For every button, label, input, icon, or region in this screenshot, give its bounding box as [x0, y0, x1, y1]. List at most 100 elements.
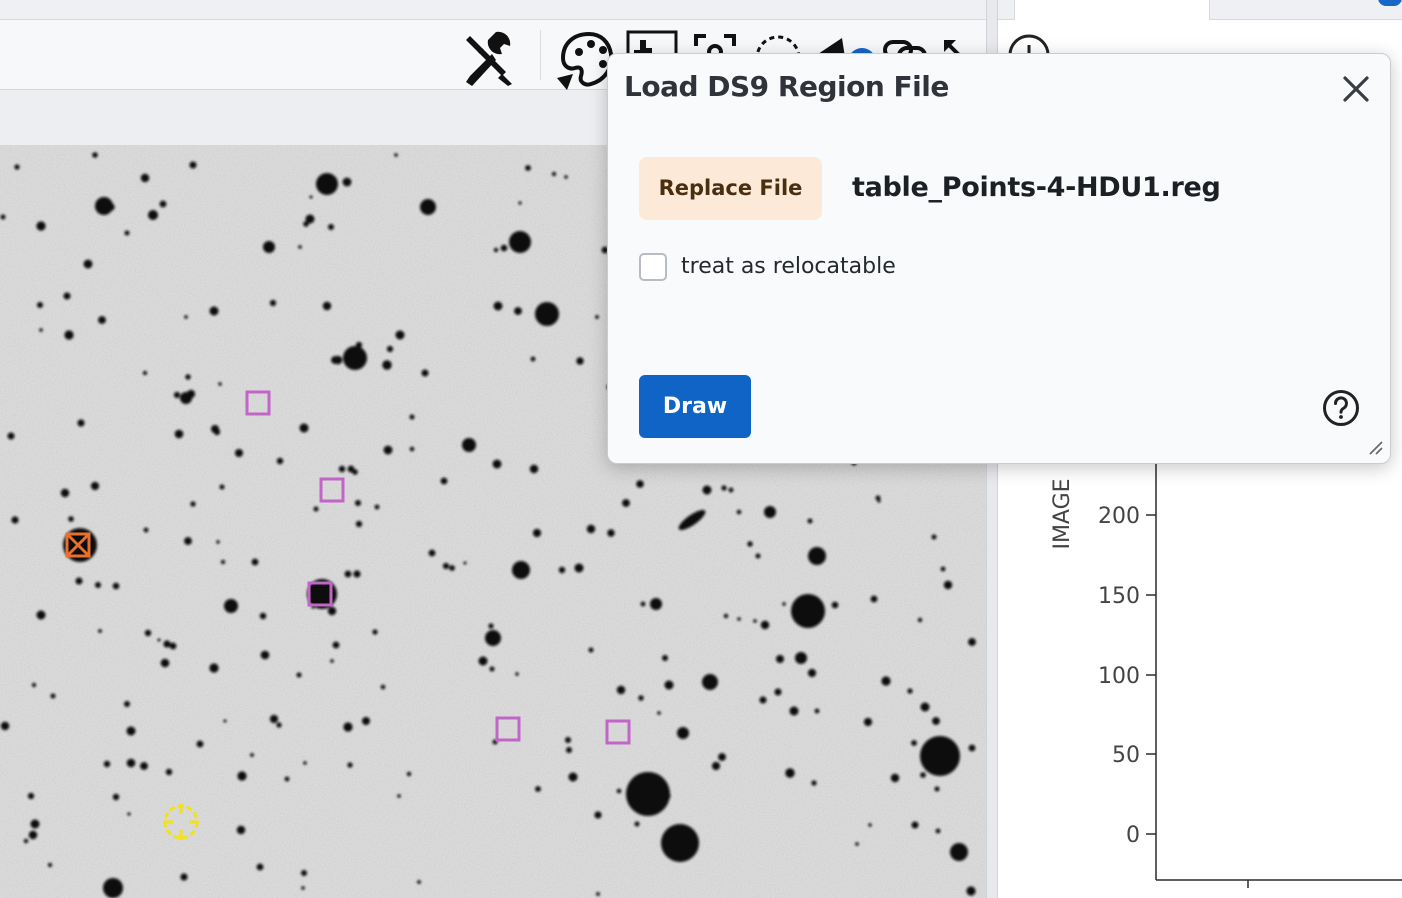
close-icon[interactable]: [1341, 74, 1371, 104]
star: [650, 598, 662, 610]
y-tick-label: 200: [1098, 504, 1140, 529]
toolbar-separator: [540, 30, 541, 80]
tools-icon[interactable]: [462, 28, 518, 93]
star: [737, 617, 741, 621]
star: [677, 727, 689, 739]
star: [343, 346, 367, 370]
star: [661, 824, 699, 862]
star: [313, 506, 319, 512]
star: [911, 821, 919, 829]
draw-button[interactable]: Draw: [639, 375, 751, 438]
star: [657, 711, 661, 715]
star: [728, 487, 734, 493]
star: [515, 672, 519, 676]
star: [0, 721, 10, 731]
star: [935, 828, 941, 834]
star: [776, 655, 784, 663]
star: [565, 737, 571, 743]
star: [558, 566, 566, 574]
star: [616, 685, 626, 695]
star: [807, 668, 817, 678]
star: [7, 432, 15, 440]
star: [301, 886, 305, 890]
star: [169, 642, 177, 650]
star: [711, 761, 721, 771]
star: [636, 480, 644, 488]
star: [173, 391, 181, 399]
star: [303, 761, 307, 765]
star: [251, 558, 259, 566]
replace-file-button[interactable]: Replace File: [639, 157, 822, 220]
relocatable-checkbox[interactable]: [639, 253, 667, 281]
star: [380, 684, 386, 690]
star: [23, 838, 29, 844]
star: [276, 722, 282, 728]
star: [263, 241, 275, 253]
star: [112, 582, 120, 590]
star: [30, 819, 40, 829]
star: [920, 772, 926, 778]
star: [718, 753, 726, 761]
star: [753, 619, 757, 623]
star: [566, 747, 572, 753]
star: [785, 768, 795, 778]
star: [27, 792, 35, 800]
star: [39, 328, 43, 332]
star: [107, 203, 115, 211]
star: [795, 652, 807, 664]
help-icon[interactable]: [1322, 389, 1360, 427]
star: [140, 762, 148, 770]
star: [395, 330, 405, 340]
star: [588, 647, 594, 653]
star: [807, 518, 813, 524]
star: [355, 520, 363, 528]
star: [586, 524, 596, 534]
star: [344, 570, 352, 578]
star: [814, 708, 820, 714]
resize-handle-icon[interactable]: [1366, 438, 1384, 456]
star: [250, 753, 254, 757]
star: [664, 680, 674, 690]
star: [478, 656, 488, 666]
star: [394, 153, 398, 157]
star: [530, 356, 536, 362]
relocatable-label[interactable]: treat as relocatable: [681, 254, 896, 279]
star: [211, 425, 219, 433]
star: [50, 693, 56, 699]
y-tick-label: 50: [1112, 743, 1140, 768]
star: [907, 688, 913, 694]
star: [634, 821, 640, 827]
star: [409, 414, 415, 420]
star: [386, 345, 394, 353]
star: [509, 231, 531, 253]
selected-file-name: table_Points-4-HDU1.reg: [852, 172, 1221, 203]
top-tab-strip: [0, 0, 988, 20]
star: [11, 516, 19, 524]
star: [747, 541, 753, 547]
star: [512, 561, 530, 579]
star: [535, 302, 559, 326]
star: [442, 562, 450, 570]
star: [804, 594, 814, 604]
star: [333, 355, 343, 365]
star: [420, 199, 436, 215]
star: [594, 811, 602, 819]
star: [881, 676, 891, 686]
star: [529, 464, 539, 474]
star: [148, 210, 158, 220]
star: [463, 561, 467, 565]
star: [63, 292, 71, 300]
star: [47, 862, 53, 868]
star: [518, 201, 522, 205]
star: [721, 485, 727, 491]
star: [276, 457, 284, 465]
star: [665, 793, 671, 799]
star: [782, 602, 786, 606]
star: [92, 152, 98, 158]
star: [140, 173, 150, 183]
star: [616, 788, 622, 794]
star: [144, 629, 152, 637]
star: [409, 446, 415, 452]
star: [103, 760, 111, 768]
star: [98, 316, 106, 324]
